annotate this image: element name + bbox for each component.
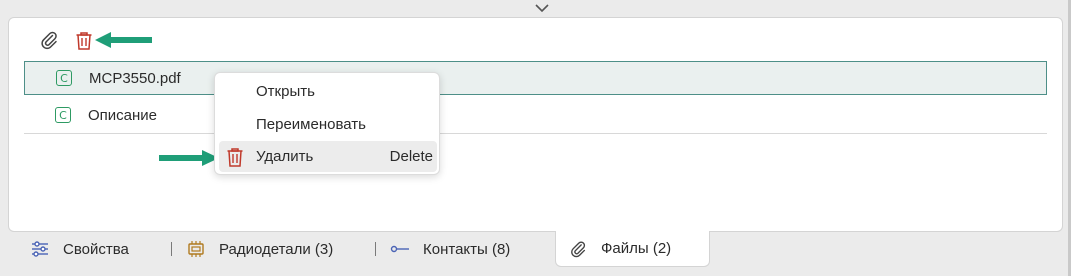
sliders-icon bbox=[32, 241, 48, 257]
connector-icon bbox=[390, 245, 409, 253]
trash-icon[interactable] bbox=[73, 29, 95, 51]
arrow-right-icon bbox=[159, 150, 219, 166]
context-menu: Открыть Переименовать Удалить Delete bbox=[214, 72, 440, 175]
paperclip-icon bbox=[571, 240, 586, 257]
top-strip bbox=[8, 0, 1063, 18]
chevron-down-icon[interactable] bbox=[534, 2, 550, 14]
tab-contacts[interactable]: Контакты (8) bbox=[390, 231, 510, 267]
tab-properties[interactable]: Свойства bbox=[30, 231, 129, 267]
menu-item-rename[interactable]: Переименовать bbox=[219, 109, 437, 140]
chip-icon bbox=[188, 241, 204, 257]
file-row[interactable]: C Описание bbox=[24, 98, 1047, 132]
file-badge: C bbox=[55, 107, 71, 123]
arrow-left-icon bbox=[95, 32, 152, 48]
paperclip-icon[interactable] bbox=[38, 29, 60, 51]
menu-item-label: Удалить bbox=[256, 148, 314, 165]
tab-label: Файлы (2) bbox=[601, 240, 672, 257]
file-name: MCP3550.pdf bbox=[89, 69, 181, 87]
tab-radiodetails[interactable]: Радиодетали (3) bbox=[186, 231, 333, 267]
tab-label: Радиодетали (3) bbox=[219, 240, 334, 258]
files-panel: C MCP3550.pdf C Описание bbox=[8, 17, 1063, 232]
menu-item-label: Открыть bbox=[256, 83, 315, 100]
tab-files[interactable]: Файлы (2) bbox=[555, 231, 710, 267]
menu-item-open[interactable]: Открыть bbox=[219, 76, 437, 107]
trash-icon bbox=[227, 148, 243, 167]
list-divider bbox=[24, 133, 1047, 134]
menu-item-delete[interactable]: Удалить Delete bbox=[219, 141, 437, 172]
tab-separator bbox=[375, 242, 376, 256]
tab-separator bbox=[171, 242, 172, 256]
tab-label: Свойства bbox=[63, 240, 129, 258]
file-name: Описание bbox=[88, 106, 158, 124]
menu-item-shortcut: Delete bbox=[389, 148, 433, 165]
file-row-selected[interactable]: C MCP3550.pdf bbox=[24, 61, 1047, 95]
files-panel-window: C MCP3550.pdf C Описание Открыть Переиме… bbox=[0, 0, 1071, 276]
tab-label: Контакты (8) bbox=[423, 240, 511, 258]
bottom-tabs: Свойства Радиодетали (3) Контакты (8) Фа… bbox=[8, 231, 1063, 267]
menu-item-label: Переименовать bbox=[256, 116, 366, 133]
file-badge: C bbox=[56, 70, 72, 86]
